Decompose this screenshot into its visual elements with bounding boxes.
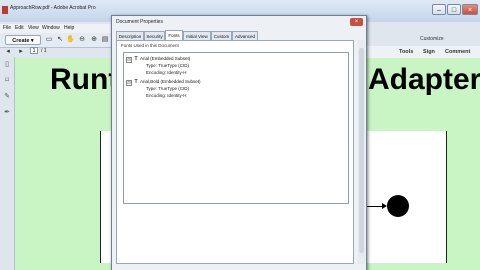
menu-file[interactable]: File xyxy=(3,25,11,31)
page-number-input[interactable]: 1 xyxy=(30,47,38,54)
tab-initial-view[interactable]: Initial View xyxy=(183,31,211,40)
print-icon[interactable]: ▤ xyxy=(101,36,109,44)
close-button[interactable]: × xyxy=(462,4,478,15)
menu-window[interactable]: Window xyxy=(42,25,60,31)
menu-view[interactable]: View xyxy=(28,25,39,31)
acrobat-icon xyxy=(2,6,8,14)
prev-page-icon[interactable]: ◂ xyxy=(4,48,12,56)
navigation-rail: ▯ ⌑ ✎ ✒ xyxy=(0,57,15,270)
customize-button[interactable]: Customize xyxy=(420,36,444,42)
maximize-button[interactable]: □ xyxy=(447,4,461,15)
hand-icon[interactable]: ✋ xyxy=(66,36,75,44)
font-type: Type: TrueType (CID) xyxy=(146,86,190,91)
zoom-out-icon[interactable]: ⊖ xyxy=(78,36,86,44)
menu-bar: File Edit View Window Help xyxy=(0,24,112,33)
tools-button[interactable]: Tools xyxy=(399,49,413,55)
comment-button[interactable]: Comment xyxy=(445,49,470,55)
dialog-close-button[interactable]: × xyxy=(350,18,363,26)
fonts-tab-panel: Fonts Used in this Document ⊟ T Arial (E… xyxy=(116,40,354,264)
tab-fonts[interactable]: Fonts xyxy=(165,30,183,40)
menu-help[interactable]: Help xyxy=(64,25,74,31)
fonts-list[interactable]: ⊟ T Arial (Embedded Subset) Type: TrueTy… xyxy=(123,52,349,204)
document-properties-dialog: Document Properties × Description Securi… xyxy=(111,15,367,270)
collapse-icon[interactable]: ⊟ xyxy=(126,80,132,86)
fonts-label: Fonts Used in this Document xyxy=(121,43,179,48)
open-icon[interactable]: ▭ xyxy=(45,36,53,44)
bookmarks-icon[interactable]: ⌑ xyxy=(3,77,11,85)
font-icon: T xyxy=(134,56,138,62)
font-type: Type: TrueType (CID) xyxy=(146,63,190,68)
minimize-button[interactable]: – xyxy=(432,4,446,15)
next-page-icon[interactable]: ▸ xyxy=(17,48,25,56)
tab-description[interactable]: Description xyxy=(116,31,144,40)
create-button[interactable]: Create ▾ xyxy=(5,35,41,45)
screen: ApproachRow.pdf - Adobe Acrobat Pro – □ … xyxy=(0,0,480,270)
font-encoding: Encoding: Identity-H xyxy=(146,93,187,98)
tab-advanced[interactable]: Advanced xyxy=(232,31,258,40)
dialog-title: Document Properties xyxy=(116,19,163,25)
dialog-scrollbar-thumb[interactable] xyxy=(359,48,364,253)
font-name: Arial,Bold (Embedded Subset) xyxy=(140,79,201,84)
font-name: Arial (Embedded Subset) xyxy=(140,56,191,61)
sign-button[interactable]: Sign xyxy=(423,49,435,55)
font-encoding: Encoding: Identity-H xyxy=(146,70,187,75)
window-title: ApproachRow.pdf - Adobe Acrobat Pro xyxy=(10,5,96,11)
tab-security[interactable]: Security xyxy=(144,31,165,40)
font-icon: T xyxy=(134,79,138,85)
slide-title-left: Runt xyxy=(50,63,119,96)
collapse-icon[interactable]: ⊟ xyxy=(126,57,132,63)
slide-title-right: Adapter xyxy=(368,63,480,96)
menu-edit[interactable]: Edit xyxy=(15,25,24,31)
create-label: Create xyxy=(12,38,30,44)
final-state-dot xyxy=(387,195,409,217)
select-icon[interactable]: ↖ xyxy=(56,36,64,44)
attachments-icon[interactable]: ✎ xyxy=(3,93,11,101)
page-count: / 1 xyxy=(41,48,47,54)
page-thumbnails-icon[interactable]: ▯ xyxy=(3,61,11,69)
main-toolbar: Create ▾ ▭ ↖ ✋ ⊖ ⊕ ▤ xyxy=(0,33,112,48)
signatures-icon[interactable]: ✒ xyxy=(3,109,11,117)
dialog-scrollbar[interactable] xyxy=(358,40,365,264)
zoom-in-icon[interactable]: ⊕ xyxy=(90,36,98,44)
tab-custom[interactable]: Custom xyxy=(211,31,232,40)
